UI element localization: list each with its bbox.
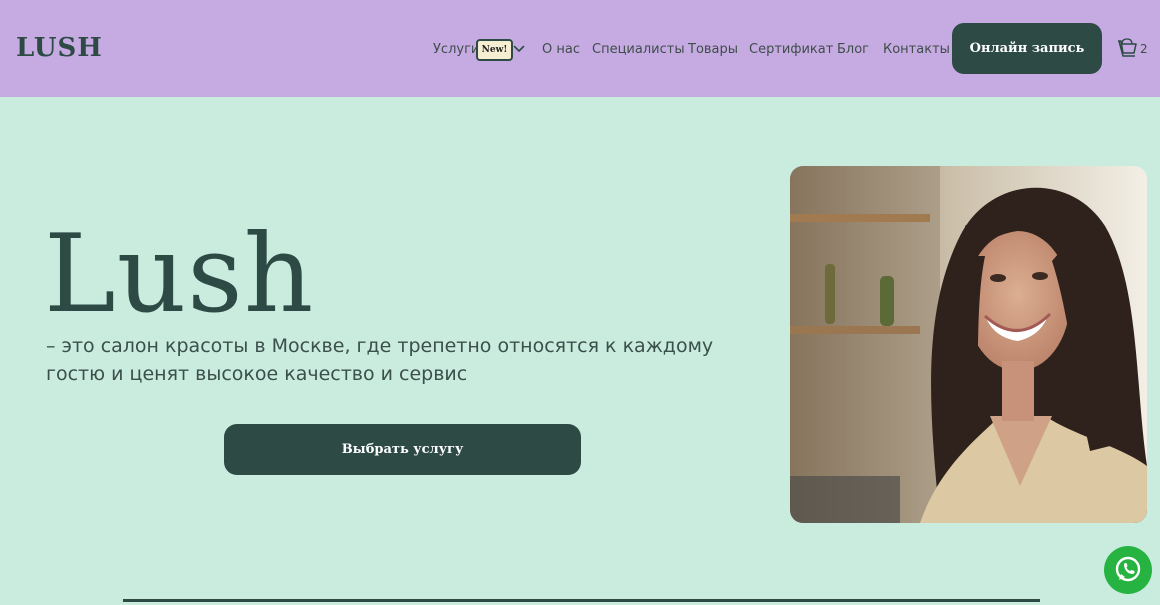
nav-item-products[interactable]: Товары — [688, 40, 738, 60]
cart-count: 2 — [1140, 42, 1148, 56]
woman-portrait-image — [790, 166, 1147, 523]
whatsapp-icon — [1115, 556, 1141, 582]
whatsapp-button[interactable] — [1104, 546, 1152, 594]
site-header: LUSH Услуги О нас Специалисты Товары Сер… — [0, 0, 1160, 97]
hero-subtitle: – это салон красоты в Москве, где трепет… — [46, 335, 714, 385]
hero-photo — [790, 166, 1147, 523]
nav-item-services[interactable]: Услуги — [433, 40, 479, 60]
hero-title: Lush — [44, 212, 315, 337]
nav-item-certificate[interactable]: Сертификат — [749, 40, 833, 60]
choose-service-button[interactable]: Выбрать услугу — [224, 424, 581, 475]
chevron-down-icon[interactable] — [513, 44, 525, 54]
online-booking-button[interactable]: Онлайн запись — [952, 23, 1102, 74]
section-divider — [123, 599, 1040, 602]
cart-icon[interactable] — [1116, 38, 1138, 60]
nav-item-contacts[interactable]: Контакты — [883, 40, 950, 60]
nav-item-blog[interactable]: Блог — [837, 40, 869, 60]
new-badge: New! — [476, 39, 513, 61]
nav-item-specialists[interactable]: Специалисты — [592, 40, 685, 60]
nav-item-about[interactable]: О нас — [542, 40, 580, 60]
